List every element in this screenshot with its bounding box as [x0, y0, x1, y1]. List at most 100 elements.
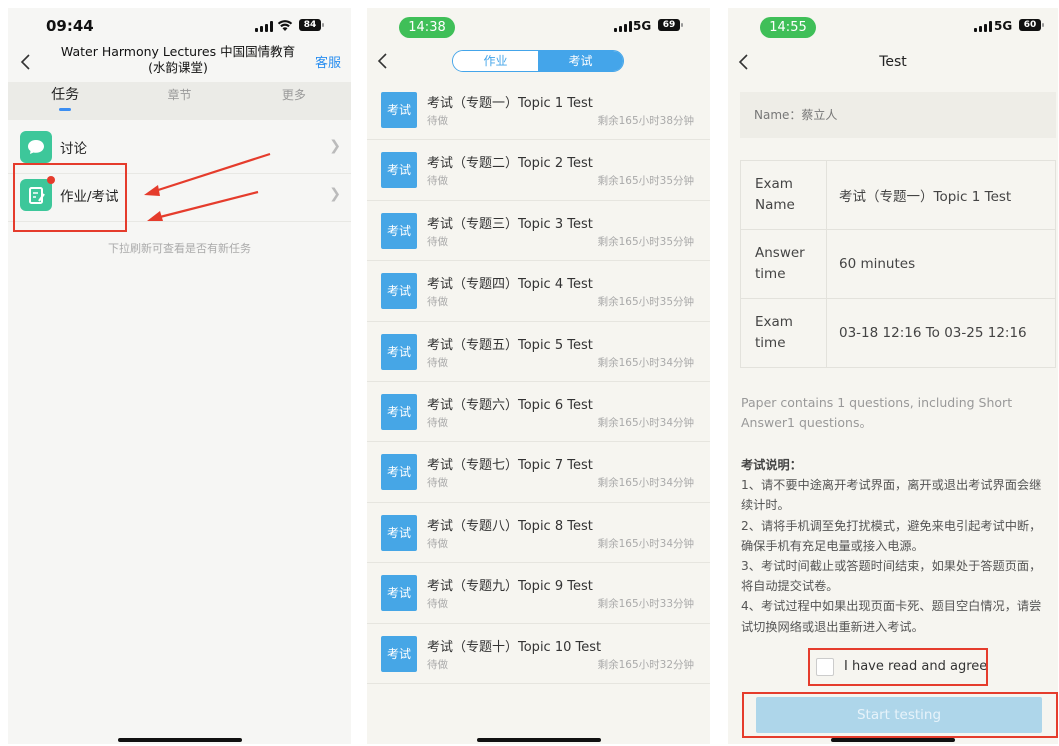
exam-list-item[interactable]: 考试 考试（专题二）Topic 2 Test 待做 剩余165小时35分钟 [367, 140, 710, 201]
exam-status: 待做 [427, 658, 448, 671]
course-tabs: 任务 章节 更多 [8, 82, 351, 120]
exam-remaining-time: 剩余165小时34分钟 [597, 477, 694, 490]
exam-list-item[interactable]: 考试 考试（专题十）Topic 10 Test 待做 剩余165小时32分钟 [367, 624, 710, 684]
exam-remaining-time: 剩余165小时35分钟 [597, 296, 694, 309]
exam-tag: 考试 [381, 514, 417, 551]
exam-name-label: Exam Name [740, 160, 827, 230]
exam-status: 待做 [427, 235, 448, 248]
course-title-line2: (水韵课堂) [148, 60, 208, 75]
exam-remaining-time: 剩余165小时33分钟 [597, 598, 694, 611]
exam-remaining-time: 剩余165小时34分钟 [597, 356, 694, 369]
segment-homework[interactable]: 作业 [453, 51, 538, 71]
exam-tag: 考试 [381, 92, 417, 128]
instructions-title: 考试说明： [741, 458, 802, 472]
status-bar: 14:38 5G 69 [367, 8, 710, 44]
wifi-icon [277, 20, 293, 31]
exam-list: 考试 考试（专题一）Topic 1 Test 待做 剩余165小时38分钟 考试… [367, 80, 710, 684]
table-row: Exam time 03-18 12:16 To 03-25 12:16 [740, 298, 1056, 368]
menu-item-label: 讨论 [60, 141, 87, 157]
signal-icon [614, 21, 632, 32]
exam-remaining-time: 剩余165小时38分钟 [597, 115, 694, 127]
exam-tag: 考试 [381, 333, 417, 370]
exam-status: 待做 [427, 175, 448, 188]
signal-icon [974, 21, 992, 32]
network-type: 5G [633, 19, 652, 33]
table-row: Exam Name 考试（专题一）Topic 1 Test [740, 160, 1056, 230]
exam-remaining-time: 剩余165小时35分钟 [597, 235, 694, 248]
highlight-box-start [742, 692, 1058, 738]
back-arrow-icon[interactable] [373, 51, 393, 71]
exam-list-item[interactable]: 考试 考试（专题四）Topic 4 Test 待做 剩余165小时35分钟 [367, 261, 710, 322]
exam-status: 待做 [427, 477, 448, 490]
exam-remaining-time: 剩余165小时32分钟 [597, 658, 694, 671]
answer-time-value: 60 minutes [826, 229, 1056, 299]
exam-title: 考试（专题五）Topic 5 Test [427, 337, 593, 353]
back-arrow-icon[interactable] [16, 52, 36, 72]
exam-status: 待做 [427, 356, 448, 369]
instruction-item: 1、请不要中途离开考试界面，离开或退出考试界面会继续计时。 [741, 478, 1042, 513]
instruction-item: 4、考试过程中如果出现页面卡死、题目空白情况，请尝试切换网络或退出重新进入考试。 [741, 599, 1042, 634]
exam-list-item[interactable]: 考试 考试（专题八）Topic 8 Test 待做 剩余165小时34分钟 [367, 503, 710, 564]
battery-icon: 69 [658, 19, 683, 31]
exam-list-item[interactable]: 考试 考试（专题五）Topic 5 Test 待做 剩余165小时34分钟 [367, 322, 710, 382]
home-indicator [117, 738, 242, 742]
exam-remaining-time: 剩余165小时34分钟 [597, 416, 694, 429]
tab-label: 章节 [167, 88, 192, 102]
student-name: Name：蔡立人 [740, 92, 1056, 138]
battery-icon: 60 [1019, 19, 1044, 31]
instruction-item: 3、考试时间截止或答题时间结束，如果处于答题页面，将自动提交试卷。 [741, 559, 1042, 594]
exam-status: 待做 [427, 598, 448, 611]
exam-title: 考试（专题一）Topic 1 Test [427, 96, 593, 111]
tab-label: 更多 [281, 88, 306, 102]
exam-list-item[interactable]: 考试 考试（专题三）Topic 3 Test 待做 剩余165小时35分钟 [367, 201, 710, 262]
exam-tag: 考试 [381, 152, 417, 189]
exam-status: 待做 [427, 296, 448, 309]
status-bar: 09:44 84 [8, 8, 351, 44]
active-tab-indicator [59, 108, 72, 111]
tab-chapters[interactable]: 章节 [122, 82, 236, 120]
exam-list-item[interactable]: 考试 考试（专题六）Topic 6 Test 待做 剩余165小时34分钟 [367, 382, 710, 443]
exam-time-value: 03-18 12:16 To 03-25 12:16 [826, 298, 1056, 368]
status-time: 14:38 [399, 17, 455, 38]
exam-detail-screen: 14:55 5G 60 Test Name：蔡立人 Exam Name 考试（专… [728, 8, 1058, 744]
exam-status: 待做 [427, 416, 448, 429]
highlight-box-homework [13, 163, 127, 232]
exam-title: 考试（专题四）Topic 4 Test [427, 277, 593, 293]
status-bar: 14:55 5G 60 [728, 8, 1058, 44]
exam-title: 考试（专题十）Topic 10 Test [427, 639, 602, 655]
customer-service-link[interactable]: 客服 [315, 52, 341, 71]
course-title: Water Harmony Lectures 中国国情教育 (水韵课堂) [48, 44, 308, 76]
exam-list-item[interactable]: 考试 考试（专题一）Topic 1 Test 待做 剩余165小时38分钟 [367, 80, 710, 141]
exam-title: 考试（专题六）Topic 6 Test [427, 397, 593, 413]
pull-refresh-hint: 下拉刷新可查看是否有新任务 [108, 242, 251, 255]
battery-icon: 84 [299, 19, 324, 31]
exam-info-table: Exam Name 考试（专题一）Topic 1 Test Answer tim… [740, 160, 1056, 368]
exam-tag: 考试 [381, 393, 417, 430]
table-row: Answer time 60 minutes [740, 229, 1056, 299]
exam-title: 考试（专题七）Topic 7 Test [427, 458, 593, 474]
exam-time-label: Exam time [740, 298, 827, 368]
chevron-right-icon: ❯ [329, 138, 341, 154]
exam-tag: 考试 [381, 454, 417, 491]
course-header: Water Harmony Lectures 中国国情教育 (水韵课堂) 客服 [8, 44, 351, 82]
exam-list-header: 作业 考试 [367, 44, 710, 80]
status-time: 14:55 [760, 17, 816, 38]
signal-icon [255, 21, 273, 32]
course-title-line1: Water Harmony Lectures 中国国情教育 [60, 44, 296, 59]
tab-label: 任务 [51, 87, 80, 103]
network-type: 5G [994, 19, 1013, 33]
exam-list-item[interactable]: 考试 考试（专题九）Topic 9 Test 待做 剩余165小时33分钟 [367, 563, 710, 624]
exam-name-value: 考试（专题一）Topic 1 Test [826, 160, 1056, 230]
segment-exam[interactable]: 考试 [538, 51, 623, 71]
exam-list-screen: 14:38 5G 69 作业 考试 考试 考试（专题一）Topic 1 Test… [367, 8, 710, 744]
exam-list-item[interactable]: 考试 考试（专题七）Topic 7 Test 待做 剩余165小时34分钟 [367, 442, 710, 503]
exam-instructions: 考试说明： 1、请不要中途离开考试界面，离开或退出考试界面会继续计时。 2、请将… [741, 455, 1053, 637]
exam-title: 考试（专题八）Topic 8 Test [427, 518, 593, 534]
exam-title: 考试（专题三）Topic 3 Test [427, 216, 593, 232]
exam-title: 考试（专题九）Topic 9 Test [427, 579, 593, 595]
exam-remaining-time: 剩余165小时34分钟 [597, 537, 694, 550]
exam-tag: 考试 [381, 212, 417, 249]
home-indicator [476, 738, 601, 742]
tab-more[interactable]: 更多 [237, 82, 351, 120]
tab-tasks[interactable]: 任务 [8, 82, 122, 120]
